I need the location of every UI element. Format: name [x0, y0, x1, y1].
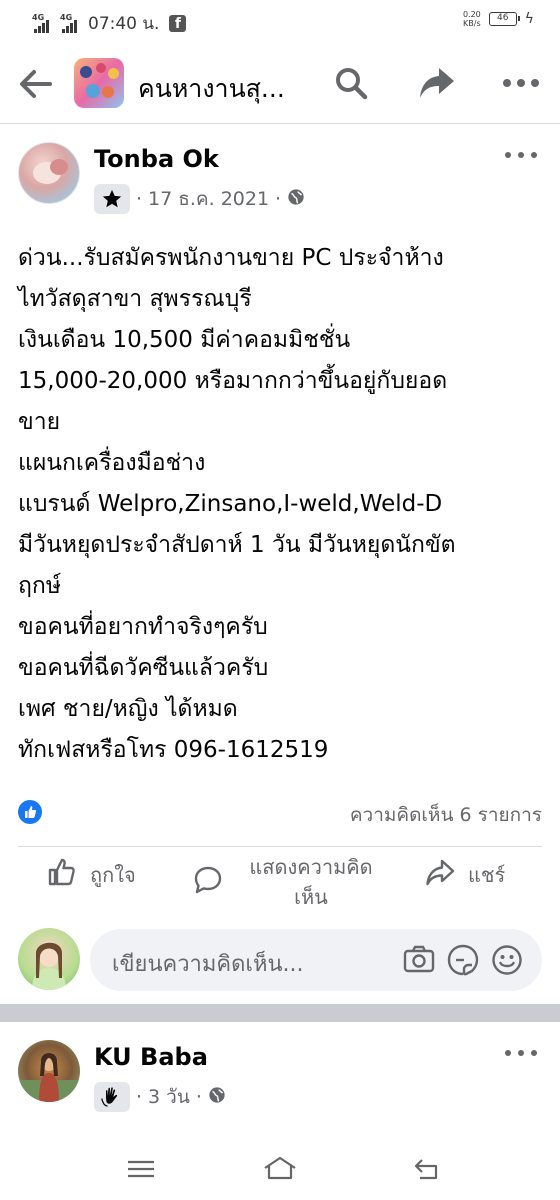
group-thumbnail[interactable] [74, 58, 124, 108]
back-arrow-icon[interactable] [16, 64, 56, 104]
share-button[interactable]: แชร์ [424, 856, 505, 893]
post-separator [0, 1004, 560, 1022]
facebook-notification-icon: f [169, 15, 187, 32]
post-date[interactable]: 17 ธ.ค. 2021 [148, 184, 269, 214]
author-avatar-2[interactable] [18, 1040, 80, 1102]
status-right: 0.20 KB/s 46 ϟ [463, 10, 534, 28]
star-icon [94, 184, 130, 214]
post-author[interactable]: Tonba Ok [94, 145, 219, 173]
comment-input[interactable]: เขียนความคิดเห็น... [90, 929, 542, 991]
post-line: ด่วน...รับสมัครพนักงานขาย PC ประจำห้าง [18, 245, 444, 271]
meta-sep-3: · [136, 1086, 143, 1108]
globe-icon-2 [208, 1086, 226, 1109]
wave-hand-icon [94, 1082, 130, 1112]
comment-label-line1: แสดงความคิด [249, 855, 373, 879]
more-icon[interactable] [500, 62, 542, 104]
post-line: ขอคนที่ฉีดวัคซีนแล้วครับ [18, 655, 269, 681]
globe-icon [287, 188, 305, 211]
home-icon[interactable] [262, 1154, 296, 1184]
clock: 07:40 น. [88, 14, 160, 34]
share-label: แชร์ [468, 862, 506, 887]
post-line: ทักเฟสหรือโทร 096-1612519 [18, 737, 329, 763]
post-author-2[interactable]: KU Baba [94, 1043, 208, 1071]
post-meta-2: · 3 วัน · [94, 1082, 226, 1112]
author-avatar[interactable] [18, 142, 80, 204]
post-line: เพศ ชาย/หญิง ได้หมด [18, 696, 238, 722]
comment-icon [192, 864, 224, 901]
signal-icon-2: 4G [60, 13, 82, 33]
post-line: ไทวัสดุสาขา สุพรรณบุรี [18, 286, 252, 312]
post-options-icon-2[interactable] [505, 1050, 537, 1060]
post-meta: · 17 ธ.ค. 2021 · [94, 184, 305, 214]
system-nav-bar [0, 1136, 560, 1200]
comment-count[interactable]: ความคิดเห็น 6 รายการ [350, 800, 542, 830]
divider [18, 846, 542, 847]
status-bar: 4G 4G 07:40 น. f 0.20 KB/s 46 ϟ [0, 0, 560, 42]
camera-icon[interactable] [402, 943, 436, 977]
comment-placeholder: เขียนความคิดเห็น... [112, 952, 304, 977]
post-line: เงินเดือน 10,500 มีค่าคอมมิชชั่น [18, 327, 351, 353]
speed-unit: KB/s [463, 19, 481, 28]
post-line: ขอคนที่อยากทำจริงๆครับ [18, 614, 268, 640]
group-title[interactable]: คนหางานสุ... [138, 69, 318, 109]
post-line: 15,000-20,000 หรือมากกว่าขึ้นอยู่กับยอด [18, 368, 448, 394]
share-arrow-icon [424, 856, 456, 893]
gif-sticker-icon[interactable] [446, 943, 480, 977]
like-button[interactable]: ถูกใจ [46, 856, 136, 893]
post-body: ด่วน...รับสมัครพนักงานขาย PC ประจำห้าง ไ… [18, 238, 548, 771]
thumbs-up-icon [46, 856, 78, 893]
post-options-icon[interactable] [505, 152, 537, 162]
like-reaction-icon[interactable] [18, 800, 42, 824]
comment-label: แสดงความคิด เห็น [236, 852, 386, 912]
post-line: แผนกเครื่องมือช่าง [18, 450, 206, 476]
emoji-icon[interactable] [490, 943, 524, 977]
search-icon[interactable] [330, 62, 372, 104]
post-line: ขาย [18, 409, 61, 435]
speed-value: 0.20 [462, 10, 481, 19]
post-line: แบรนด์ Welpro,Zinsano,I-weld,Weld-D [18, 491, 443, 517]
network-speed: 0.20 KB/s [463, 10, 481, 28]
comment-label-line2: เห็น [294, 885, 328, 909]
signal-icon: 4G [32, 13, 54, 33]
post-date-2[interactable]: 3 วัน [148, 1082, 190, 1112]
recent-apps-icon[interactable] [124, 1154, 158, 1184]
meta-sep-4: · [195, 1086, 202, 1108]
app-header: คนหางานสุ... [0, 42, 560, 124]
meta-sep: · [136, 188, 143, 210]
back-nav-icon[interactable] [410, 1154, 444, 1184]
comment-button[interactable]: แสดงความคิด เห็น [192, 852, 386, 912]
battery-icon: 46 [488, 12, 520, 26]
share-icon[interactable] [416, 62, 458, 104]
meta-sep-2: · [275, 188, 282, 210]
post-line: มีวันหยุดประจำสัปดาห์ 1 วัน มีวันหยุดนัก… [18, 532, 456, 558]
charging-icon: ϟ [524, 11, 534, 27]
post-line: ฤกษ์ [18, 573, 62, 599]
like-label: ถูกใจ [90, 862, 136, 887]
status-left: 4G 4G 07:40 น. f [32, 10, 187, 37]
current-user-avatar[interactable] [18, 928, 80, 990]
